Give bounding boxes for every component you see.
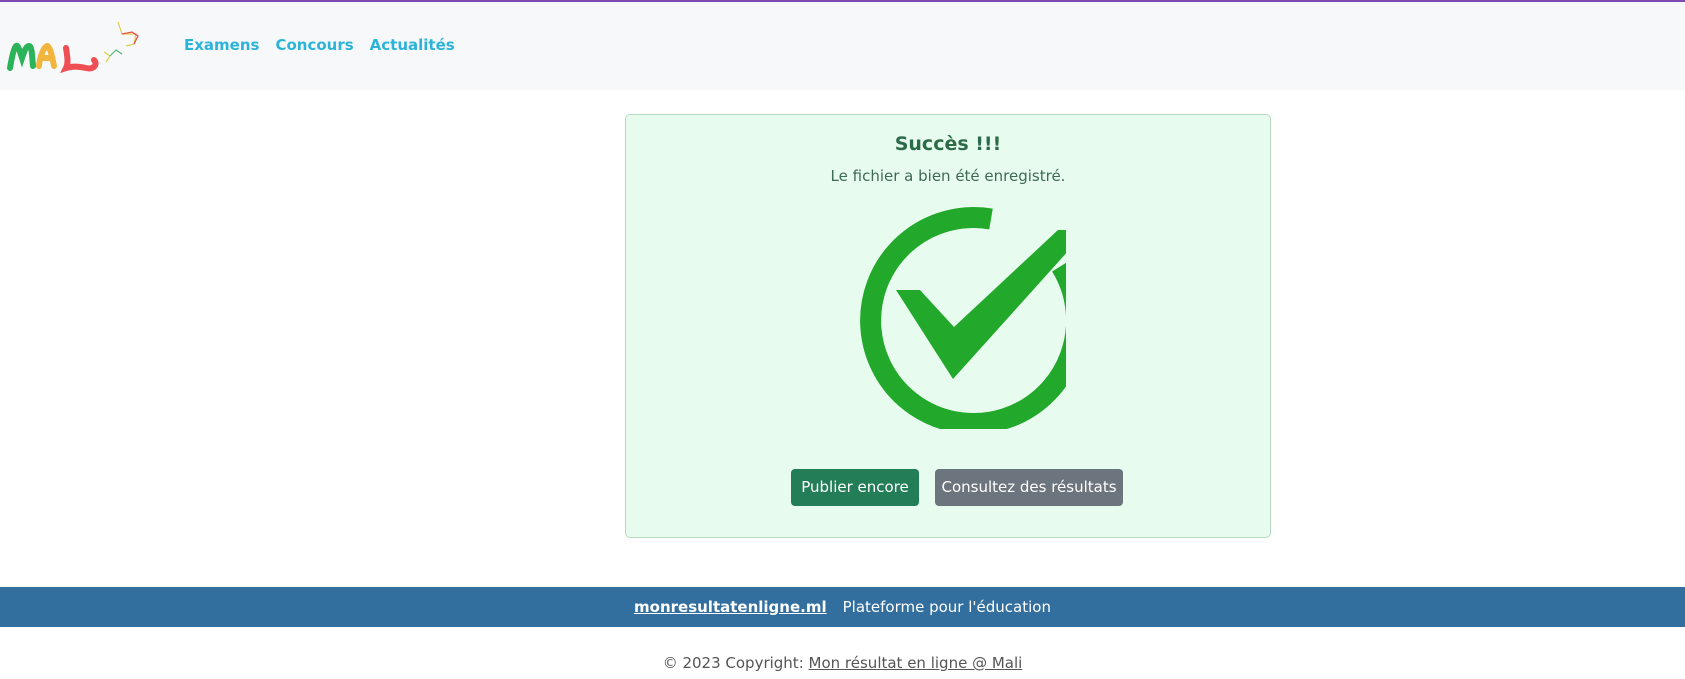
- navbar: Examens Concours Actualités: [0, 2, 1685, 90]
- copyright: © 2023 Copyright: Mon résultat en ligne …: [0, 654, 1685, 672]
- nav-link-actualites[interactable]: Actualités: [370, 36, 455, 54]
- copyright-text: © 2023 Copyright:: [662, 654, 804, 672]
- publish-again-button[interactable]: Publier encore: [791, 469, 919, 506]
- nav-link-concours[interactable]: Concours: [275, 36, 353, 54]
- logo[interactable]: [6, 16, 146, 76]
- logo-icon: [7, 21, 139, 74]
- footer-tagline: Plateforme pour l'éducation: [842, 598, 1051, 616]
- card-subtitle: Le fichier a bien été enregistré.: [830, 167, 1066, 185]
- success-card: Succès !!! Le fichier a bien été enregis…: [625, 114, 1271, 538]
- nav-link-examens[interactable]: Examens: [184, 36, 259, 54]
- footer-site-link[interactable]: monresultatenligne.ml: [634, 598, 827, 616]
- view-results-button[interactable]: Consultez des résultats: [935, 469, 1123, 506]
- check-circle-icon: [860, 207, 1066, 429]
- footer-bar: monresultatenligne.ml Plateforme pour l'…: [0, 587, 1685, 627]
- card-title: Succès !!!: [894, 133, 1002, 155]
- main-nav: Examens Concours Actualités: [184, 36, 455, 54]
- copyright-link[interactable]: Mon résultat en ligne @ Mali: [809, 654, 1023, 672]
